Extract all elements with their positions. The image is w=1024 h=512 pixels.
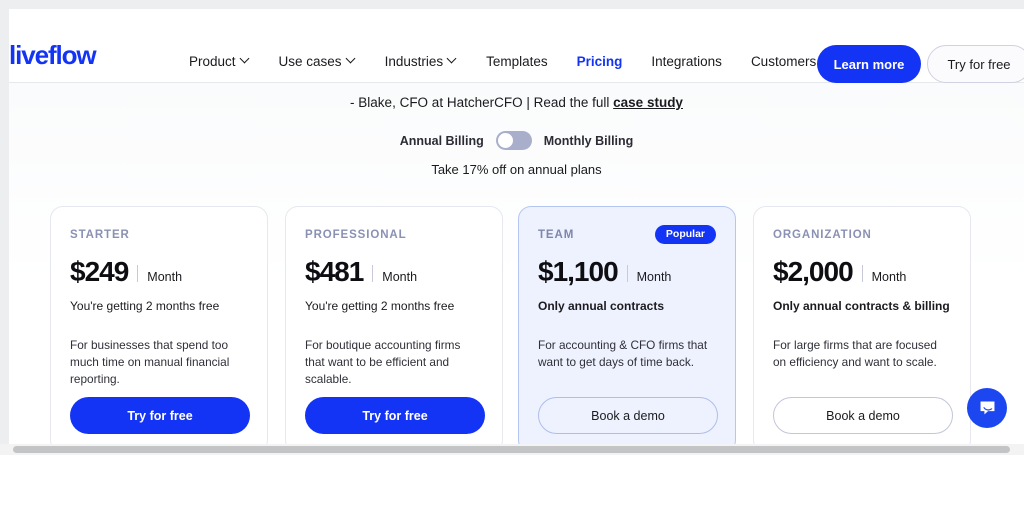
billing-toggle-row: Annual Billing Monthly Billing [9, 131, 1024, 150]
plan-description: For businesses that spend too much time … [70, 337, 230, 386]
try-for-free-button[interactable]: Try for free [927, 45, 1024, 83]
chevron-down-icon [448, 55, 457, 64]
plan-cta-button[interactable]: Book a demo [773, 397, 953, 434]
plan-price-row: $481 Month [305, 258, 483, 286]
billing-period-toggle[interactable] [495, 131, 532, 150]
plan-price-row: $2,000 Month [773, 258, 951, 286]
nav-item-industries-label: Industries [384, 54, 444, 69]
chat-bubble-icon [980, 401, 994, 414]
plan-period: Month [147, 270, 183, 284]
nav-item-use-cases-label: Use cases [278, 54, 342, 69]
pricing-cards: STARTER $249 Month You're getting 2 mont… [50, 206, 1010, 444]
nav-item-customers-label: Customers [750, 54, 817, 69]
nav-item-pricing-label: Pricing [576, 54, 623, 69]
plan-tier-label: PROFESSIONAL [305, 229, 407, 241]
plan-price-row: $1,100 Month [538, 258, 716, 286]
price-divider [372, 264, 374, 282]
site-header: liveflow Product Use cases Industries Te… [9, 9, 1024, 83]
plan-tier-label: ORGANIZATION [773, 229, 872, 241]
annual-discount-note: Take 17% off on annual plans [431, 162, 602, 177]
nav-item-templates[interactable]: Templates [486, 54, 548, 69]
pricing-card-starter[interactable]: STARTER $249 Month You're getting 2 mont… [50, 206, 268, 444]
annual-billing-label: Annual Billing [399, 133, 484, 148]
plan-period: Month [382, 270, 418, 284]
chat-launcher-button[interactable] [967, 388, 1007, 428]
plan-period: Month [636, 270, 672, 284]
monthly-billing-label: Monthly Billing [543, 133, 634, 148]
plan-price: $249 [70, 256, 129, 287]
nav-item-integrations[interactable]: Integrations [651, 54, 722, 69]
nav-item-integrations-label: Integrations [651, 54, 722, 69]
nav-item-product[interactable]: Product [189, 54, 250, 69]
plan-note: Only annual contracts & billing [773, 299, 950, 313]
plan-description: For boutique accounting firms that want … [305, 337, 461, 386]
pricing-card-team[interactable]: TEAM Popular $1,100 Month Only annual co… [518, 206, 736, 444]
chevron-down-icon [241, 55, 250, 64]
price-divider [861, 264, 863, 282]
nav-item-use-cases[interactable]: Use cases [279, 54, 356, 69]
learn-more-button[interactable]: Learn more [817, 45, 921, 83]
testimonial-attribution: - Blake, CFO at HatcherCFO | Read the fu… [9, 95, 1024, 110]
plan-cta-button[interactable]: Try for free [70, 397, 250, 434]
plan-note: Only annual contracts [538, 299, 665, 313]
liveflow-logo[interactable]: liveflow [9, 40, 97, 71]
below-fold-area [0, 455, 1024, 512]
plan-price: $2,000 [773, 256, 854, 287]
plan-note: You're getting 2 months free [305, 299, 455, 313]
plan-cta-button[interactable]: Try for free [305, 397, 485, 434]
nav-item-product-label: Product [189, 54, 236, 69]
pricing-section: - Blake, CFO at HatcherCFO | Read the fu… [9, 83, 1024, 444]
price-divider [137, 264, 139, 282]
pricing-card-organization[interactable]: ORGANIZATION $2,000 Month Only annual co… [753, 206, 971, 444]
plan-description: For large firms that are focused on effi… [773, 337, 937, 369]
toggle-knob [497, 133, 513, 148]
plan-price: $1,100 [538, 256, 619, 287]
plan-description: For accounting & CFO firms that want to … [538, 337, 708, 369]
window-top-gutter [0, 0, 1024, 9]
page-content: liveflow Product Use cases Industries Te… [9, 9, 1024, 444]
nav-item-pricing[interactable]: Pricing [577, 54, 623, 69]
window-left-gutter [0, 0, 9, 451]
popular-badge: Popular [654, 225, 716, 244]
price-divider [626, 264, 628, 282]
chevron-down-icon [347, 55, 356, 64]
plan-period: Month [871, 270, 907, 284]
pricing-card-professional[interactable]: PROFESSIONAL $481 Month You're getting 2… [285, 206, 503, 444]
plan-price-row: $249 Month [70, 258, 248, 286]
browser-viewport: liveflow Product Use cases Industries Te… [0, 0, 1024, 512]
plan-cta-button[interactable]: Book a demo [538, 397, 718, 434]
nav-item-templates-label: Templates [486, 54, 548, 69]
plan-price: $481 [305, 256, 364, 287]
case-study-link[interactable]: case study [613, 95, 683, 110]
plan-note: You're getting 2 months free [70, 299, 220, 313]
nav-item-customers[interactable]: Customers [751, 54, 816, 69]
nav-item-industries[interactable]: Industries [385, 54, 458, 69]
plan-tier-label: STARTER [70, 229, 130, 241]
testimonial-text: - Blake, CFO at HatcherCFO | Read the fu… [350, 95, 614, 110]
main-navigation: Product Use cases Industries Templates P… [189, 54, 816, 69]
horizontal-scrollbar-thumb[interactable] [13, 446, 1010, 453]
